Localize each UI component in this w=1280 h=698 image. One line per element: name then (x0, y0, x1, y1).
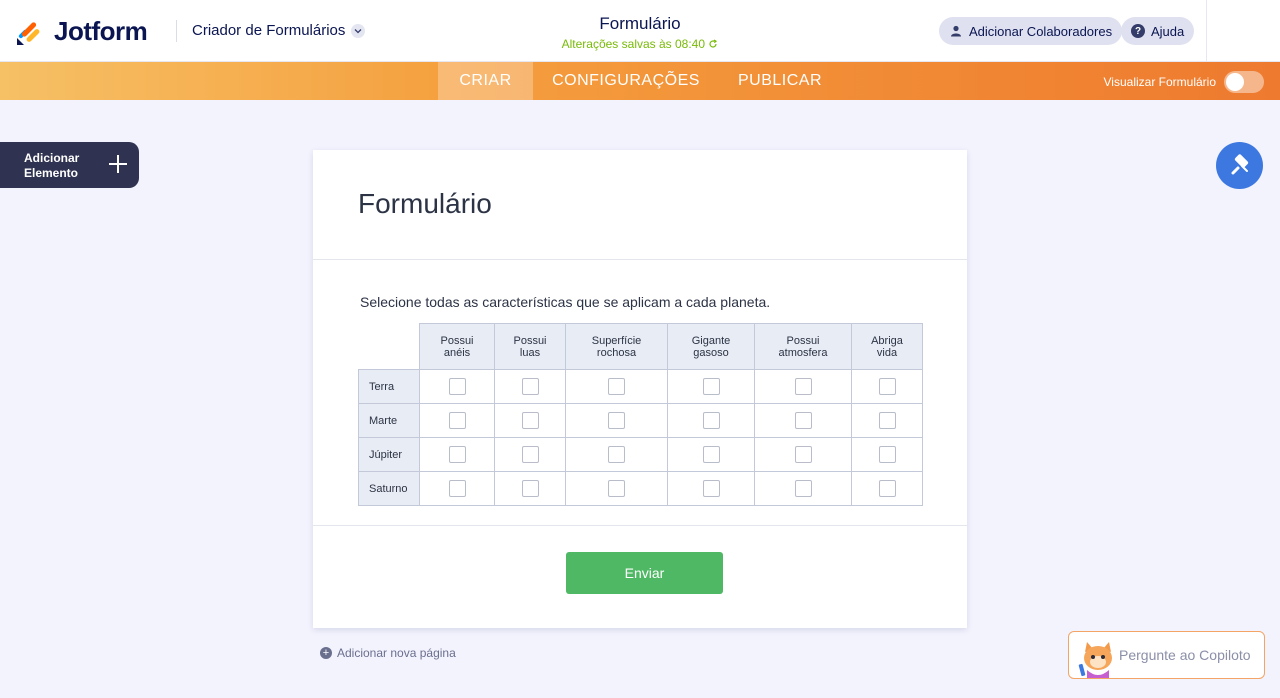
row-header: Júpiter (358, 437, 420, 472)
checkbox[interactable] (794, 378, 812, 395)
checkbox[interactable] (702, 412, 720, 429)
submit-button[interactable]: Enviar (566, 552, 723, 594)
checkbox[interactable] (608, 446, 625, 463)
copilot-mascot-icon (1078, 642, 1112, 678)
divider (176, 20, 177, 42)
checkbox[interactable] (702, 480, 720, 497)
checkbox[interactable] (448, 412, 466, 429)
checkbox[interactable] (448, 446, 466, 463)
checkbox[interactable] (878, 412, 896, 429)
checkbox[interactable] (608, 480, 625, 497)
form-card: Formulário Selecione todas as caracterís… (313, 150, 967, 628)
matrix-corner (358, 323, 420, 370)
checkbox[interactable] (608, 412, 625, 429)
column-header: Possui luas (494, 323, 566, 370)
row-header: Saturno (358, 471, 420, 506)
preview-switch[interactable] (1224, 71, 1264, 93)
plus-circle-icon: + (320, 647, 332, 659)
column-header: Possui anéis (419, 323, 495, 370)
table-row: Terra (358, 369, 923, 404)
toggle-knob (1226, 73, 1244, 91)
plus-icon (109, 155, 127, 173)
refresh-icon (709, 39, 718, 48)
row-header: Marte (358, 403, 420, 438)
add-new-page-button[interactable]: + Adicionar nova página (320, 646, 456, 660)
preview-label: Visualizar Formulário (1103, 75, 1216, 89)
help-button[interactable]: ? Ajuda (1121, 17, 1195, 45)
form-title-header: Formulário Alterações salvas às 08:40 (540, 14, 740, 51)
column-header: Possui atmosfera (754, 323, 852, 370)
form-heading[interactable]: Formulário (358, 188, 492, 220)
question-label[interactable]: Selecione todas as características que s… (360, 294, 770, 310)
add-collaborators-label: Adicionar Colaboradores (969, 23, 1113, 39)
help-label: Ajuda (1151, 23, 1185, 39)
form-builder-dropdown[interactable]: Criador de Formulários (192, 22, 366, 39)
input-table: Possui anéis Possui luas Superfície rochosa… (358, 323, 923, 506)
table-row: Saturno (358, 471, 923, 506)
checkbox[interactable] (878, 378, 896, 395)
ask-copilot-button[interactable]: Pergunte ao Copiloto (1068, 631, 1265, 679)
builder-nav: CRIAR CONFIGURAÇÕES PUBLICAR Visualizar … (0, 62, 1280, 100)
divider (313, 525, 967, 526)
row-header: Terra (358, 369, 420, 404)
add-page-label: Adicionar nova página (337, 646, 456, 660)
tab-create[interactable]: CRIAR (438, 62, 533, 100)
checkbox[interactable] (521, 480, 539, 497)
paint-roller-icon (1231, 153, 1248, 174)
checkbox[interactable] (521, 378, 539, 395)
logo-text: Jotform (54, 16, 148, 46)
checkbox[interactable] (794, 412, 812, 429)
column-header: Abriga vida (851, 323, 923, 370)
checkbox[interactable] (702, 378, 720, 395)
form-designer-button[interactable] (1216, 142, 1263, 189)
user-icon (949, 24, 963, 38)
saved-status-text: Alterações salvas às 08:40 (561, 37, 706, 51)
checkbox[interactable] (794, 480, 812, 497)
divider (313, 259, 967, 260)
column-header: Superfície rochosa (565, 323, 668, 370)
checkbox[interactable] (794, 446, 812, 463)
table-row: Marte (358, 403, 923, 438)
jotform-logo[interactable]: Jotform (16, 16, 148, 47)
checkbox[interactable] (448, 480, 466, 497)
checkbox[interactable] (878, 480, 896, 497)
column-header: Gigante gasoso (667, 323, 755, 370)
top-header: Jotform Criador de Formulários Formulári… (0, 0, 1280, 62)
table-row: Júpiter (358, 437, 923, 472)
form-name[interactable]: Formulário (540, 14, 740, 34)
checkbox[interactable] (521, 446, 539, 463)
help-icon: ? (1131, 24, 1145, 38)
chevron-down-icon (351, 23, 366, 38)
tab-publish[interactable]: PUBLICAR (727, 62, 833, 100)
saved-status: Alterações salvas às 08:40 (540, 37, 740, 51)
checkbox[interactable] (448, 378, 466, 395)
checkbox[interactable] (608, 378, 625, 395)
builder-label: Criador de Formulários (192, 22, 346, 39)
add-element-button[interactable]: Adicionar Elemento (0, 142, 139, 188)
checkbox[interactable] (521, 412, 539, 429)
jotform-logo-icon (17, 21, 40, 45)
tab-settings[interactable]: CONFIGURAÇÕES (541, 62, 711, 100)
divider (1206, 0, 1207, 62)
checkbox[interactable] (878, 446, 896, 463)
checkbox[interactable] (702, 446, 720, 463)
copilot-label: Pergunte ao Copiloto (1119, 647, 1251, 663)
preview-form-toggle[interactable]: Visualizar Formulário (1104, 71, 1264, 93)
add-collaborators-button[interactable]: Adicionar Colaboradores (939, 17, 1123, 45)
